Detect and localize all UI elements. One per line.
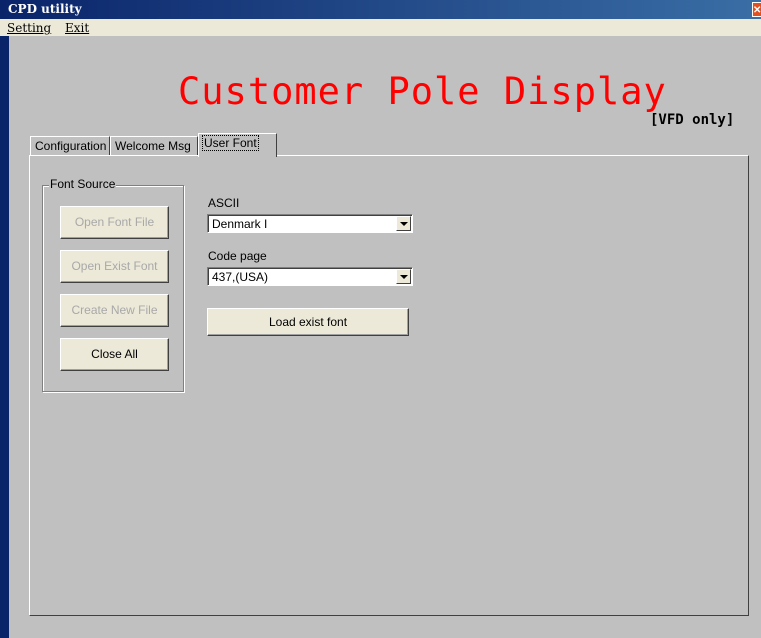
tab-user-font[interactable]: User Font <box>198 133 277 157</box>
font-source-title: Font Source <box>49 177 117 191</box>
vfd-only-note: [VFD only] <box>650 112 735 128</box>
close-icon[interactable]: ✕ <box>752 2 761 17</box>
tab-welcome-msg-label: Welcome Msg <box>115 139 191 153</box>
code-page-select[interactable]: 437,(USA) <box>207 267 413 286</box>
ascii-select[interactable]: Denmark I <box>207 214 413 233</box>
menu-setting-label: Setting <box>7 21 52 35</box>
open-font-file-button[interactable]: Open Font File <box>60 206 169 239</box>
code-page-label: Code page <box>208 249 267 263</box>
tab-configuration-label: Configuration <box>35 139 107 153</box>
tab-welcome-msg[interactable]: Welcome Msg <box>110 136 198 155</box>
open-exist-font-button[interactable]: Open Exist Font <box>60 250 169 283</box>
menu-exit-label: Exit <box>65 21 90 35</box>
ascii-label: ASCII <box>208 196 240 210</box>
title-bar: CPD utility ✕ <box>0 0 761 19</box>
close-all-button[interactable]: Close All <box>60 338 169 371</box>
font-source-group: Font Source Open Font File Open Exist Fo… <box>42 177 184 392</box>
load-exist-font-button[interactable]: Load exist font <box>207 308 409 336</box>
window-title: CPD utility <box>8 2 82 16</box>
window-frame-left <box>0 36 9 638</box>
tab-user-font-label: User Font <box>202 135 259 151</box>
user-font-panel: Font Source Open Font File Open Exist Fo… <box>29 155 749 616</box>
tab-configuration[interactable]: Configuration <box>30 136 110 155</box>
chevron-down-icon[interactable] <box>396 269 411 284</box>
code-page-value: 437,(USA) <box>212 270 269 284</box>
ascii-value: Denmark I <box>212 217 268 231</box>
create-new-file-button[interactable]: Create New File <box>60 294 169 327</box>
app-heading: Customer Pole Display <box>178 70 667 113</box>
menu-bar: Setting Exit <box>0 19 761 36</box>
chevron-down-icon[interactable] <box>396 216 411 231</box>
